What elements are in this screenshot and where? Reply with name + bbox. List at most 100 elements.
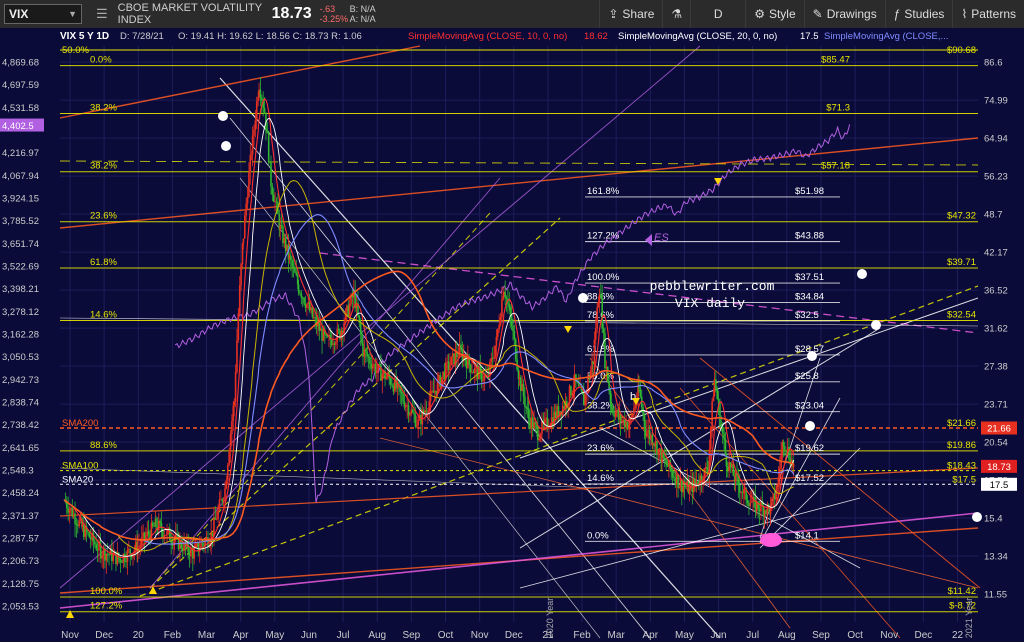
candle-body: [87, 531, 89, 533]
candle-body: [765, 510, 767, 514]
sma-label: SMA20: [62, 474, 93, 485]
candle-body: [222, 500, 225, 502]
candle-body: [371, 365, 374, 369]
fib-label: 78.6%: [587, 310, 614, 321]
candle-body: [682, 485, 684, 493]
candle-body: [605, 367, 608, 369]
candle-body: [518, 377, 521, 380]
x-axis-tick: Dec: [95, 630, 113, 641]
candle-body: [704, 467, 707, 469]
candle-body: [625, 422, 627, 428]
candle-body: [101, 556, 103, 559]
candle-body: [758, 509, 761, 512]
fib-label: 100.0%: [90, 586, 123, 597]
x-axis-tick: 22: [952, 630, 964, 641]
x-axis-tick: Apr: [643, 630, 659, 641]
candle-body: [88, 532, 91, 538]
right-axis-tick: 13.34: [984, 551, 1008, 562]
left-axis-tick: 2,641.65: [2, 443, 39, 454]
candle-body: [431, 390, 433, 392]
candle-body: [89, 537, 92, 540]
candle-body: [493, 356, 495, 359]
candle-body: [610, 403, 613, 408]
x-axis-tick: Nov: [471, 630, 489, 641]
candle-body: [74, 513, 76, 524]
candle-body: [155, 518, 157, 527]
share-button[interactable]: ⇪ Share: [599, 0, 662, 28]
patterns-label: Patterns: [971, 7, 1016, 21]
header-sma10-value: 18.62: [584, 31, 608, 42]
left-axis-tick: 2,942.73: [2, 375, 39, 386]
candle-body: [782, 442, 785, 447]
menu-icon[interactable]: ☰: [96, 6, 108, 22]
interval-button[interactable]: D: [690, 0, 745, 28]
candle-body: [550, 417, 553, 427]
candle-body: [715, 379, 717, 389]
symbol-input[interactable]: VIX ▼: [4, 4, 82, 24]
candle-body: [410, 409, 413, 414]
candle-body: [449, 365, 451, 370]
style-button[interactable]: ⚙ Style: [745, 0, 803, 28]
left-axis-tick: 4,531.58: [2, 103, 39, 114]
vix-chart[interactable]: 50.0% $90.68 0.0% $85.47 38.2% $71.3 38.2% $57.…: [0, 28, 1024, 642]
x-axis-tick: Sep: [812, 630, 830, 641]
left-axis-tick: 4,402.5: [2, 121, 34, 132]
right-axis-tick: 23.71: [984, 400, 1008, 411]
candle-body: [596, 307, 598, 329]
candle-body: [72, 513, 75, 517]
candle-body: [571, 392, 574, 396]
flask-button[interactable]: ⚗: [662, 0, 690, 28]
candle-body: [709, 426, 712, 450]
candle-body: [450, 356, 453, 366]
candle-body: [631, 414, 634, 417]
x-axis-tick: Jun: [301, 630, 317, 641]
x-axis-tick: Dec: [505, 630, 523, 641]
candle-body: [274, 201, 276, 202]
candle-body: [435, 390, 437, 395]
candle-body: [717, 398, 720, 403]
fib-price: $11.42: [948, 586, 976, 597]
candle-body: [348, 303, 351, 316]
studies-button[interactable]: ƒ Studies: [884, 0, 953, 28]
left-axis-tick: 3,522.69: [2, 262, 39, 273]
candle-body: [557, 406, 560, 417]
candle-body: [335, 342, 337, 345]
pivot-marker: [760, 533, 782, 547]
right-axis-marker-label: 17.5: [990, 480, 1009, 491]
patterns-button[interactable]: ⌇ Patterns: [952, 0, 1024, 28]
candle-body: [279, 225, 281, 230]
x-axis-tick: Aug: [368, 630, 386, 641]
candle-body: [146, 531, 149, 537]
candle-body: [554, 411, 557, 419]
header-symbol: VIX 5 Y 1D: [60, 31, 109, 42]
fib-price: $19.62: [795, 443, 824, 454]
es-label: ES: [654, 232, 669, 244]
pivot-marker: [972, 512, 982, 522]
candle-body: [237, 313, 240, 341]
candle-body: [604, 333, 606, 369]
share-icon: ⇪: [608, 7, 619, 21]
candle-body: [495, 336, 498, 346]
right-axis-tick: 27.38: [984, 362, 1008, 373]
candle-body: [299, 292, 301, 294]
candle-body: [332, 343, 334, 346]
candle-body: [499, 317, 502, 325]
bid-ask: B: N/A A: N/A: [350, 4, 390, 24]
candle-body: [406, 405, 408, 406]
candle-body: [433, 390, 436, 393]
drawings-button[interactable]: ✎ Drawings: [803, 0, 885, 28]
candle-body: [592, 361, 594, 365]
left-axis-tick: 4,216.97: [2, 148, 39, 159]
candle-body: [512, 325, 514, 332]
candle-body: [226, 464, 229, 481]
candle-body: [364, 349, 367, 352]
candle-body: [626, 422, 629, 429]
left-axis-tick: 2,371.37: [2, 511, 39, 522]
candle-body: [563, 405, 565, 409]
candle-body: [513, 331, 516, 340]
candle-body: [307, 302, 310, 305]
candle-body: [246, 196, 249, 204]
candle-body: [731, 463, 733, 468]
fib-price: $57.18: [821, 161, 850, 172]
candle-body: [413, 412, 415, 415]
